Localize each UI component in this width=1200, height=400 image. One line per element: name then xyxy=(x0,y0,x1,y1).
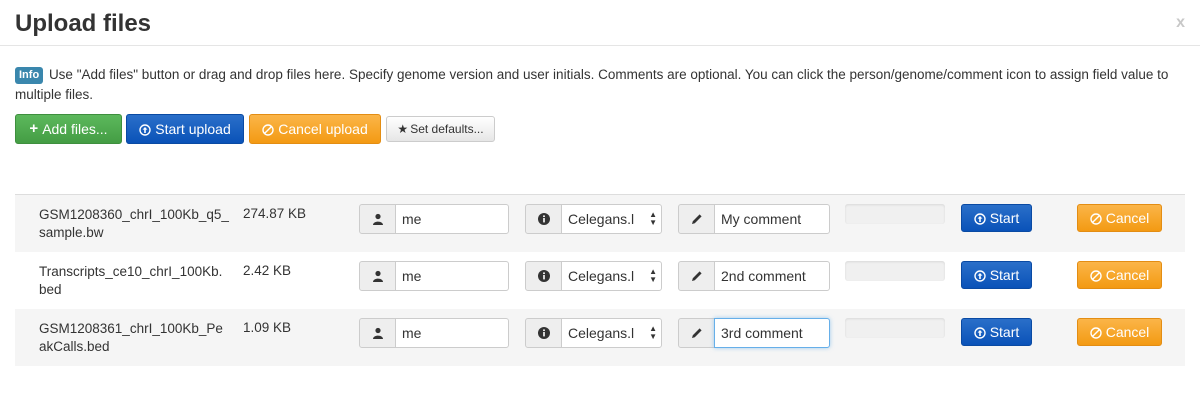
comment-input[interactable]: My comment xyxy=(714,204,830,234)
set-defaults-button[interactable]: ★ Set defaults... xyxy=(386,116,495,142)
info-sign-icon xyxy=(537,213,550,225)
select-arrows-icon: ▲ ▼ xyxy=(649,210,657,227)
close-button[interactable]: x xyxy=(1176,14,1185,32)
start-file-button[interactable]: Start xyxy=(961,261,1032,289)
ban-icon xyxy=(262,124,274,136)
info-sign-icon xyxy=(537,327,550,339)
star-icon: ★ xyxy=(397,121,409,136)
comment-addon[interactable] xyxy=(678,204,715,234)
comment-input[interactable]: 3rd comment xyxy=(714,318,830,348)
dialog-title: Upload files xyxy=(15,10,152,37)
file-row: GSM1208361_chrI_100Kb_PeakCalls.bed 1.09… xyxy=(15,309,1185,366)
start-upload-button[interactable]: Start upload xyxy=(126,114,244,144)
select-arrows-icon: ▲ ▼ xyxy=(649,267,657,284)
cancel-file-button[interactable]: Cancel xyxy=(1077,204,1162,232)
user-input-group: me xyxy=(359,204,509,234)
genome-input-group: Celegans.l ▲ ▼ xyxy=(525,318,662,348)
info-sign-icon xyxy=(537,270,550,282)
comment-input[interactable]: 2nd comment xyxy=(714,261,830,291)
info-message: Info Use "Add files" button or drag and … xyxy=(15,65,1185,105)
cancel-upload-button[interactable]: Cancel upload xyxy=(249,114,381,144)
circle-arrow-up-icon xyxy=(974,270,986,282)
file-name: GSM1208361_chrI_100Kb_PeakCalls.bed xyxy=(39,321,223,354)
pencil-icon xyxy=(691,214,702,224)
circle-arrow-up-icon xyxy=(974,213,986,225)
user-addon[interactable] xyxy=(359,204,396,234)
plus-icon: + xyxy=(29,120,39,138)
comment-addon[interactable] xyxy=(678,318,715,348)
file-size: 274.87 KB xyxy=(243,206,307,221)
file-name: Transcripts_ce10_chrI_100Kb.bed xyxy=(39,264,223,297)
genome-input-group: Celegans.l ▲ ▼ xyxy=(525,261,662,291)
ban-icon xyxy=(1090,327,1102,339)
upload-progress-bar xyxy=(845,261,945,281)
comment-input-group: 3rd comment xyxy=(678,318,830,348)
cancel-file-button[interactable]: Cancel xyxy=(1077,318,1162,346)
file-size: 1.09 KB xyxy=(243,320,292,335)
ban-icon xyxy=(1090,270,1102,282)
ban-icon xyxy=(1090,213,1102,225)
select-arrows-icon: ▲ ▼ xyxy=(649,324,657,341)
comment-addon[interactable] xyxy=(678,261,715,291)
dialog-header: Upload files x xyxy=(0,0,1200,46)
genome-select[interactable]: Celegans.l xyxy=(561,318,662,348)
user-initials-input[interactable]: me xyxy=(395,204,509,234)
user-icon xyxy=(372,213,383,225)
info-text: Use "Add files" button or drag and drop … xyxy=(15,67,1169,102)
user-initials-input[interactable]: me xyxy=(395,261,509,291)
upload-progress-bar xyxy=(845,318,945,338)
user-input-group: me xyxy=(359,261,509,291)
start-file-button[interactable]: Start xyxy=(961,204,1032,232)
pencil-icon xyxy=(691,271,702,281)
file-name: GSM1208360_chrI_100Kb_q5_sample.bw xyxy=(39,207,229,240)
genome-select[interactable]: Celegans.l xyxy=(561,261,662,291)
upload-dialog: Upload files x Info Use "Add files" butt… xyxy=(0,0,1200,400)
user-initials-input[interactable]: me xyxy=(395,318,509,348)
pencil-icon xyxy=(691,328,702,338)
file-size: 2.42 KB xyxy=(243,263,292,278)
upload-progress-bar xyxy=(845,204,945,224)
user-addon[interactable] xyxy=(359,318,396,348)
comment-input-group: My comment xyxy=(678,204,830,234)
cancel-file-button[interactable]: Cancel xyxy=(1077,261,1162,289)
circle-arrow-up-icon xyxy=(974,327,986,339)
genome-select[interactable]: Celegans.l xyxy=(561,204,662,234)
genome-addon[interactable] xyxy=(525,318,562,348)
genome-input-group: Celegans.l ▲ ▼ xyxy=(525,204,662,234)
start-file-button[interactable]: Start xyxy=(961,318,1032,346)
file-row: Transcripts_ce10_chrI_100Kb.bed 2.42 KB … xyxy=(15,252,1185,309)
circle-arrow-up-icon xyxy=(139,124,151,136)
user-icon xyxy=(372,327,383,339)
genome-addon[interactable] xyxy=(525,204,562,234)
user-icon xyxy=(372,270,383,282)
user-addon[interactable] xyxy=(359,261,396,291)
genome-addon[interactable] xyxy=(525,261,562,291)
user-input-group: me xyxy=(359,318,509,348)
add-files-button[interactable]: + Add files... xyxy=(15,114,122,144)
comment-input-group: 2nd comment xyxy=(678,261,830,291)
file-row: GSM1208360_chrI_100Kb_q5_sample.bw 274.8… xyxy=(15,195,1185,252)
info-badge: Info xyxy=(15,67,44,84)
